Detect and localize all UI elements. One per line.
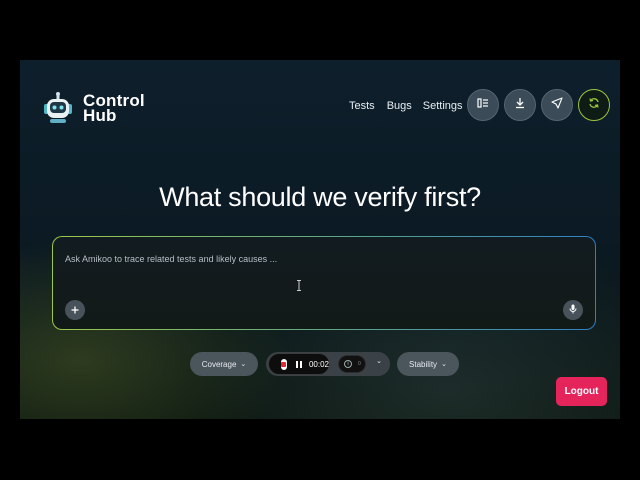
- info-value: 0: [358, 361, 361, 367]
- plus-icon: [71, 301, 79, 319]
- robot-icon: [40, 90, 76, 126]
- microphone-icon: [569, 301, 577, 319]
- nav-link-settings[interactable]: Settings: [423, 100, 463, 112]
- coverage-dropdown[interactable]: Coverage ⌄: [190, 352, 258, 376]
- stability-dropdown[interactable]: Stability ⌄: [397, 352, 459, 376]
- refresh-icon: [588, 96, 600, 114]
- stop-recording-button[interactable]: [281, 358, 287, 370]
- layout-button[interactable]: [467, 89, 499, 121]
- download-button[interactable]: [504, 89, 536, 121]
- logout-button[interactable]: Logout: [556, 377, 607, 406]
- chevron-down-icon[interactable]: ⌄: [376, 357, 382, 365]
- prompt-box: [52, 236, 596, 330]
- chevron-down-icon: ⌄: [441, 361, 447, 368]
- prompt-input[interactable]: [65, 251, 545, 267]
- chevron-down-icon: ⌄: [240, 361, 247, 368]
- stop-icon: [281, 361, 287, 367]
- nav-link-tests[interactable]: Tests: [349, 100, 375, 112]
- layout-icon: [477, 96, 489, 114]
- brand-name: Control Hub: [83, 92, 145, 125]
- info-toggle[interactable]: i 0: [338, 355, 366, 373]
- add-attachment-button[interactable]: [65, 300, 85, 320]
- app-window: Control Hub Tests Bugs Settings What sho…: [20, 60, 620, 419]
- nav-link-bugs[interactable]: Bugs: [387, 100, 412, 112]
- download-icon: [514, 96, 526, 114]
- top-nav: Tests Bugs Settings: [349, 100, 463, 112]
- stability-label: Stability: [409, 359, 438, 369]
- send-icon: [551, 96, 563, 114]
- brand-logo[interactable]: Control Hub: [40, 90, 145, 126]
- recording-timer: 00:02: [308, 359, 329, 369]
- coverage-label: Coverage: [201, 359, 237, 369]
- pause-button[interactable]: [295, 360, 302, 368]
- text-cursor-icon: [297, 280, 301, 291]
- recording-control: 00:02: [268, 353, 330, 375]
- send-button[interactable]: [541, 89, 573, 121]
- brand-name-line2: Hub: [83, 106, 117, 125]
- page-title: What should we verify first?: [159, 182, 481, 212]
- prompt-inner: [53, 237, 595, 329]
- refresh-button[interactable]: [578, 89, 610, 121]
- info-icon: i: [344, 360, 352, 368]
- microphone-button[interactable]: [563, 300, 583, 320]
